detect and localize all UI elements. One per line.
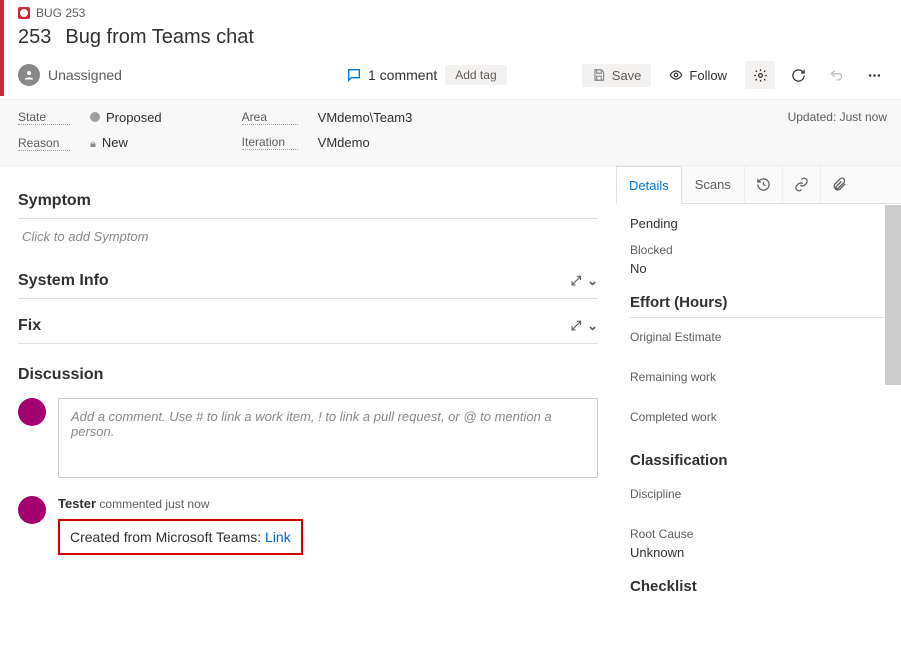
more-actions-button[interactable] bbox=[859, 61, 889, 89]
dots-icon bbox=[867, 68, 882, 83]
avatar bbox=[18, 398, 46, 426]
undo-button[interactable] bbox=[821, 61, 851, 89]
comment-count[interactable]: 1 comment bbox=[346, 67, 437, 83]
undo-icon bbox=[829, 68, 844, 83]
lock-icon: 🔒︎ bbox=[90, 138, 96, 150]
pending-value: Pending bbox=[630, 216, 887, 231]
teams-link[interactable]: Link bbox=[265, 529, 291, 545]
work-item-color-bar bbox=[0, 0, 4, 96]
refresh-button[interactable] bbox=[783, 61, 813, 89]
symptom-heading: Symptom bbox=[18, 184, 598, 219]
comment-author: Tester bbox=[58, 496, 96, 511]
reason-value[interactable]: 🔒︎New bbox=[90, 135, 128, 151]
comment-content: Created from Microsoft Teams: Link bbox=[58, 519, 303, 555]
settings-button[interactable] bbox=[745, 61, 775, 89]
person-icon bbox=[18, 64, 40, 86]
completed-work-label[interactable]: Completed work bbox=[630, 410, 887, 424]
link-icon bbox=[794, 177, 809, 192]
work-item-title[interactable]: Bug from Teams chat bbox=[65, 26, 254, 49]
tab-history[interactable] bbox=[744, 166, 782, 203]
iteration-value[interactable]: VMdemo bbox=[318, 135, 370, 150]
attachment-icon bbox=[832, 177, 847, 192]
checklist-heading: Checklist bbox=[630, 578, 887, 601]
discussion-heading: Discussion bbox=[18, 358, 598, 392]
classification-heading: Classification bbox=[630, 452, 887, 475]
comment-author-row: Tester commented just now bbox=[58, 496, 598, 511]
reason-label: Reason bbox=[18, 136, 70, 151]
work-item-type-label: BUG 253 bbox=[36, 6, 85, 20]
state-dot-icon bbox=[90, 112, 100, 122]
comment-icon bbox=[346, 67, 362, 83]
tab-attachments[interactable] bbox=[820, 166, 858, 203]
save-icon bbox=[592, 68, 606, 82]
area-label: Area bbox=[242, 110, 298, 125]
area-value[interactable]: VMdemo\Team3 bbox=[318, 110, 413, 125]
original-estimate-label[interactable]: Original Estimate bbox=[630, 330, 887, 344]
remaining-work-label[interactable]: Remaining work bbox=[630, 370, 887, 384]
add-tag-button[interactable]: Add tag bbox=[445, 65, 506, 85]
system-info-heading[interactable]: System Info ⤢⌄ bbox=[18, 264, 598, 299]
blocked-label: Blocked bbox=[630, 243, 887, 257]
root-cause-label: Root Cause bbox=[630, 527, 887, 541]
fix-heading[interactable]: Fix ⤢⌄ bbox=[18, 309, 598, 344]
state-label: State bbox=[18, 110, 70, 125]
tab-details[interactable]: Details bbox=[616, 166, 682, 204]
comment-timestamp: commented just now bbox=[96, 497, 209, 511]
assignee-label: Unassigned bbox=[48, 67, 122, 83]
iteration-label: Iteration bbox=[242, 135, 298, 150]
tab-scans[interactable]: Scans bbox=[682, 166, 744, 203]
bug-icon bbox=[18, 7, 30, 19]
tab-links[interactable] bbox=[782, 166, 820, 203]
save-button[interactable]: Save bbox=[582, 64, 652, 87]
scrollbar-thumb[interactable] bbox=[885, 205, 901, 385]
follow-button[interactable]: Follow bbox=[659, 64, 737, 87]
discipline-label[interactable]: Discipline bbox=[630, 487, 887, 501]
comment-input[interactable]: Add a comment. Use # to link a work item… bbox=[58, 398, 598, 478]
root-cause-value[interactable]: Unknown bbox=[630, 545, 887, 560]
symptom-input[interactable]: Click to add Symptom bbox=[18, 219, 598, 254]
updated-label: Updated: Just now bbox=[788, 110, 887, 124]
blocked-value[interactable]: No bbox=[630, 261, 887, 276]
history-icon bbox=[756, 177, 771, 192]
refresh-icon bbox=[791, 68, 806, 83]
avatar bbox=[18, 496, 46, 524]
eye-icon bbox=[669, 68, 683, 82]
work-item-type-row: BUG 253 bbox=[18, 6, 901, 20]
gear-icon bbox=[753, 68, 768, 83]
work-item-id: 253 bbox=[18, 26, 51, 49]
chevron-down-icon[interactable]: ⌄ bbox=[587, 273, 598, 289]
state-value[interactable]: Proposed bbox=[90, 110, 162, 125]
assignee-picker[interactable]: Unassigned bbox=[18, 64, 338, 86]
chevron-down-icon[interactable]: ⌄ bbox=[587, 318, 598, 334]
effort-heading: Effort (Hours) bbox=[630, 294, 887, 318]
expand-icon[interactable]: ⤢ bbox=[571, 318, 581, 334]
expand-icon[interactable]: ⤢ bbox=[571, 273, 581, 289]
